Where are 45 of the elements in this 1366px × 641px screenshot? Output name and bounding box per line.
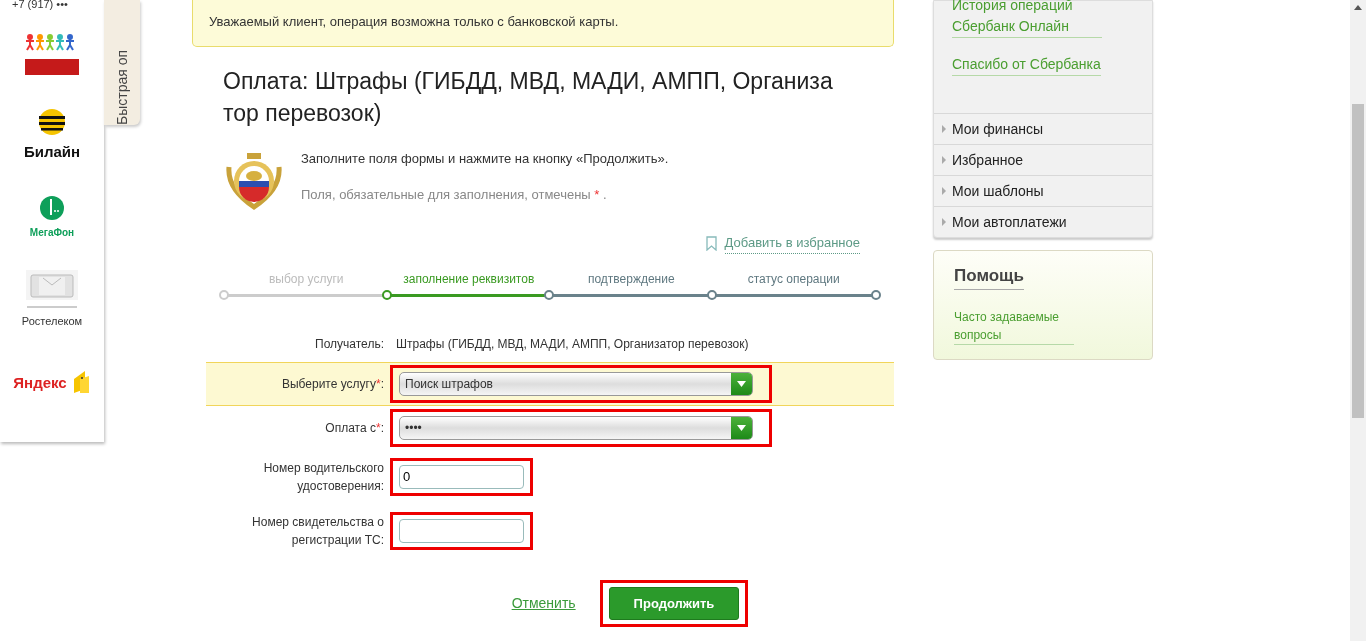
menu-item[interactable]: Мои шаблоны [934,175,1152,206]
people-logo [24,32,80,75]
step-label: выбор услуги [268,270,345,288]
field-label: Номер свидетельства о регистрации ТС: [251,513,385,549]
phone-number: +7 (917) ••• [11,0,68,12]
caret-icon [737,424,746,431]
input-field[interactable]: 0 [399,464,524,489]
instruction-text: Заполните поля формы и нажмите на кнопку «Продолжить». [301,150,669,169]
bookmark-icon [705,236,717,252]
continue-button[interactable]: Продолжить [608,586,740,621]
field-label: Оплата с*: [324,419,385,437]
scroll-thumb[interactable] [1352,104,1364,418]
triangle-icon [942,218,946,226]
step-label: подтверждение [586,270,676,288]
notice-banner: Уважаемый клиент, операция возможна только с банковской карты. [192,0,894,47]
menu-item[interactable]: Избранное [934,144,1152,175]
menu-item[interactable]: Мои автоплатежи [934,206,1152,237]
triangle-icon [942,156,946,164]
recipient-value: Штрафы (ГИБДД, МВД, МАДИ, АМПП, Организатор перевозок) [396,336,749,354]
scroll-up-icon [1354,5,1362,10]
step-label: статус операции [746,270,841,288]
striped-ball-icon [37,107,67,138]
step-label: заполнение реквизитов [402,270,536,288]
logo-text: МегаФон [29,226,75,240]
logo-text: Билайн [23,142,81,163]
logo-text: Ростелеком [21,314,83,330]
cancel-link[interactable]: Отменить [511,593,576,615]
field-label: Номер водительского удостоверения: [262,459,385,495]
device-icon [25,269,79,310]
megafon-icon [39,195,65,221]
required-note: Поля, обязательные для заполнения, отмечены * . [301,185,608,204]
triangle-icon [942,187,946,195]
menu-item[interactable]: Мои финансы [934,113,1152,144]
logo-text: Яндекс [13,373,67,393]
input-field[interactable] [399,518,524,543]
quick-tab[interactable]: Быстрая оп [104,0,140,125]
page-title: Оплата: Штрафы (ГИБДД, МВД, МАДИ, АМПП, Организа тор перевозок) [223,67,834,129]
field-label: Выберите услугу*: [280,375,385,393]
triangle-icon [942,125,946,133]
dropdown-field[interactable]: •••• [399,415,753,440]
scrollbar[interactable] [1350,0,1366,641]
field-label: Получатель: [314,336,385,354]
dropdown-field[interactable]: Поиск штрафов [399,371,753,396]
help-title: Помощь [954,263,1024,290]
caret-icon [737,380,746,387]
